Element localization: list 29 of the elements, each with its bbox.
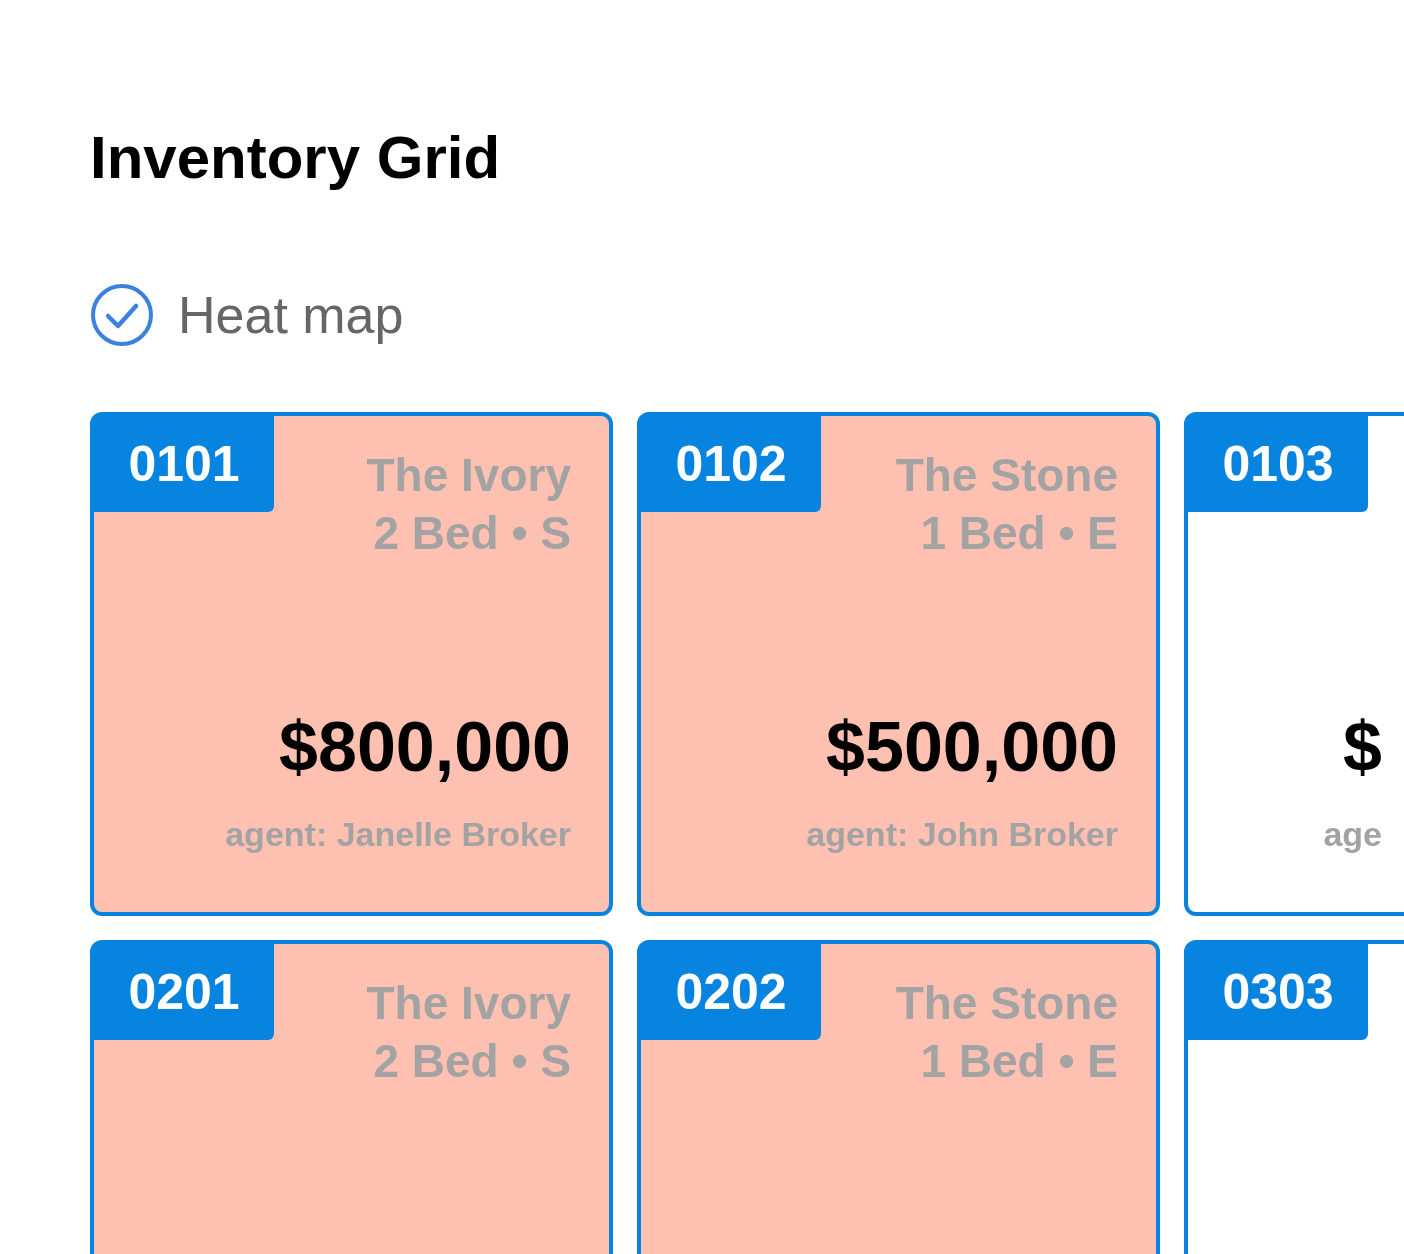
unit-layout: 2 Bed • S [373,1034,571,1089]
unit-layout: 1 Bed • E [920,1034,1118,1089]
agent-name: agent: Janelle Broker [225,814,571,855]
building-name: The Ivory [366,976,571,1031]
agent-name: agent: John Broker [806,814,1118,855]
unit-number: 0103 [1188,416,1368,512]
unit-card[interactable]: 0102 The Stone 1 Bed • E $500,000 agent: John Broker [637,412,1160,916]
unit-card[interactable]: 0101 The Ivory 2 Bed • S $800,000 agent: Janelle Broker [90,412,613,916]
unit-layout: 1 Bed • E [920,506,1118,561]
unit-card[interactable]: 0201 The Ivory 2 Bed • S [90,940,613,1254]
heat-map-label: Heat map [178,285,404,346]
unit-number: 0101 [94,416,274,512]
building-name: The Ivory [366,448,571,503]
agent-name: age [1323,814,1382,855]
building-name: The Stone [895,976,1118,1031]
checkbox[interactable] [90,283,154,347]
unit-number: 0303 [1188,944,1368,1040]
building-name: The Stone [895,448,1118,503]
unit-number: 0202 [641,944,821,1040]
unit-price: $ [1343,707,1382,788]
page-title: Inventory Grid [90,123,501,193]
unit-card[interactable]: 0202 The Stone 1 Bed • E [637,940,1160,1254]
unit-card[interactable]: 0103 $ age [1184,412,1404,916]
unit-price: $800,000 [279,707,571,788]
unit-layout: 2 Bed • S [373,506,571,561]
unit-number: 0102 [641,416,821,512]
unit-number: 0201 [94,944,274,1040]
unit-card[interactable]: 0303 [1184,940,1404,1254]
unit-price: $500,000 [826,707,1118,788]
